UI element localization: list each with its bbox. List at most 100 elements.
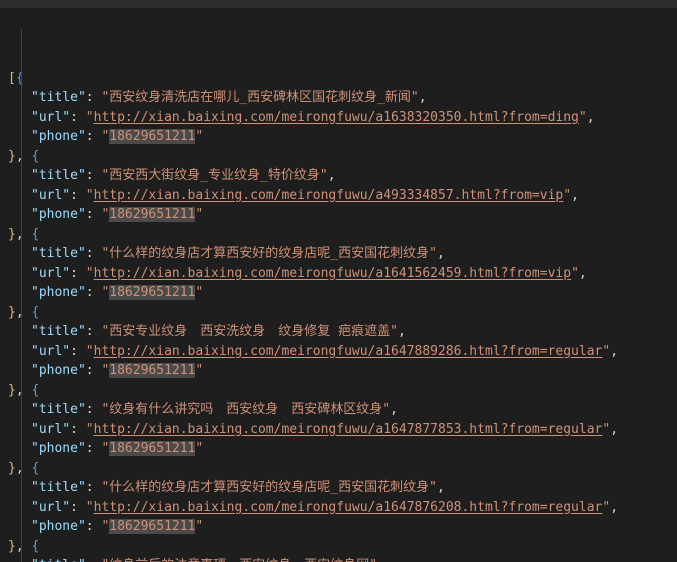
json-key-phone: "phone" — [31, 441, 86, 456]
code-line-phone[interactable]: "phone": "18629651211" — [0, 205, 677, 225]
json-key-phone: "phone" — [31, 519, 86, 534]
editor-tab[interactable] — [443, 0, 677, 8]
bracket-close-object: } — [8, 148, 16, 164]
json-colon: : — [85, 246, 102, 261]
json-key-url: "url" — [31, 499, 71, 515]
json-value-phone-highlighted[interactable]: 18629651211 — [109, 285, 196, 300]
json-editor-pane[interactable]: [{"title": "西安纹身清洗店在哪儿_西安碑林区国花刺纹身_新闻", "u… — [0, 8, 677, 562]
json-comma: , — [610, 421, 619, 437]
json-key-title: "title" — [31, 558, 86, 562]
json-value-title[interactable]: "什么样的纹身店才算西安好的纹身店呢_西安国花刺纹身" — [101, 246, 436, 261]
json-value-url-link[interactable]: http://xian.baixing.com/meirongfuwu/a164… — [94, 500, 603, 515]
code-line-object-separator[interactable]: }, { — [0, 225, 677, 245]
json-comma: , — [15, 304, 24, 320]
code-line-url[interactable]: "url": "http://xian.baixing.com/meirongf… — [0, 498, 677, 518]
json-comma: , — [610, 343, 619, 359]
json-value-title[interactable]: "纹身前后的注意事项 西安纹身 西安纹身网" — [101, 558, 377, 562]
json-colon: : — [85, 324, 102, 339]
json-comma: , — [15, 460, 24, 476]
code-line-title[interactable]: "title": "什么样的纹身店才算西安好的纹身店呢_西安国花刺纹身", — [0, 478, 677, 498]
json-comma: , — [390, 402, 398, 417]
json-value-phone-highlighted[interactable]: 18629651211 — [109, 207, 196, 222]
code-line-object-separator[interactable]: }, { — [0, 537, 677, 557]
json-value-url-link[interactable]: http://xian.baixing.com/meirongfuwu/a163… — [94, 110, 579, 125]
code-line-phone[interactable]: "phone": "18629651211" — [0, 361, 677, 381]
code-line-object-separator[interactable]: }, { — [0, 303, 677, 323]
code-content[interactable]: [{"title": "西安纹身清洗店在哪儿_西安碑林区国花刺纹身_新闻", "u… — [0, 8, 677, 562]
json-value-title[interactable]: "纹身有什么讲究吗 西安纹身 西安碑林区纹身" — [101, 402, 390, 417]
json-quote-open: " — [85, 265, 94, 281]
json-key-url: "url" — [31, 187, 71, 203]
json-quote-open: " — [85, 421, 94, 437]
bracket-open-object: { — [31, 148, 40, 164]
code-line-phone[interactable]: "phone": "18629651211" — [0, 127, 677, 147]
code-line-url[interactable]: "url": "http://xian.baixing.com/meirongf… — [0, 186, 677, 206]
json-quote-close: " — [195, 363, 204, 378]
code-line-title[interactable]: "title": "纹身前后的注意事项 西安纹身 西安纹身网", — [0, 556, 677, 562]
bracket-close-object: } — [8, 538, 16, 554]
code-line-title[interactable]: "title": "纹身有什么讲究吗 西安纹身 西安碑林区纹身", — [0, 400, 677, 420]
bracket-open-array: [ — [8, 70, 16, 86]
json-quote-close: " — [571, 265, 579, 281]
code-line-object-separator[interactable]: }, { — [0, 147, 677, 167]
code-line-phone[interactable]: "phone": "18629651211" — [0, 439, 677, 459]
json-quote-close: " — [195, 519, 204, 534]
json-value-title[interactable]: "西安纹身清洗店在哪儿_西安碑林区国花刺纹身_新闻" — [101, 90, 418, 105]
code-line-phone[interactable]: "phone": "18629651211" — [0, 517, 677, 537]
json-value-url-link[interactable]: http://xian.baixing.com/meirongfuwu/a164… — [94, 344, 603, 359]
json-colon: : — [70, 187, 86, 203]
code-line-array-open[interactable]: [{ — [0, 69, 677, 89]
json-key-title: "title" — [31, 324, 86, 339]
json-quote-open: " — [85, 343, 94, 359]
json-value-title[interactable]: "西安专业纹身 西安洗纹身 纹身修复 疤痕遮盖" — [101, 324, 397, 339]
json-value-phone-highlighted[interactable]: 18629651211 — [109, 519, 196, 534]
json-quote-close: " — [195, 285, 204, 300]
json-quote-close: " — [578, 109, 587, 125]
editor-tab-bar[interactable] — [0, 0, 677, 8]
code-line-title[interactable]: "title": "西安纹身清洗店在哪儿_西安碑林区国花刺纹身_新闻", — [0, 88, 677, 108]
bracket-open-object: { — [31, 538, 40, 554]
json-value-title[interactable]: "什么样的纹身店才算西安好的纹身店呢_西安国花刺纹身" — [101, 480, 436, 495]
code-line-url[interactable]: "url": "http://xian.baixing.com/meirongf… — [0, 108, 677, 128]
json-comma: , — [15, 148, 24, 164]
json-quote-open: " — [85, 187, 94, 203]
code-line-url[interactable]: "url": "http://xian.baixing.com/meirongf… — [0, 420, 677, 440]
json-value-url-link[interactable]: http://xian.baixing.com/meirongfuwu/a164… — [94, 266, 571, 281]
json-quote-close: " — [602, 421, 611, 437]
json-value-url-link[interactable]: http://xian.baixing.com/meirongfuwu/a164… — [94, 422, 603, 437]
editor-tab[interactable] — [166, 0, 443, 8]
json-colon: : — [85, 285, 102, 300]
code-line-title[interactable]: "title": "什么样的纹身店才算西安好的纹身店呢_西安国花刺纹身", — [0, 244, 677, 264]
json-quote-close: " — [602, 499, 611, 515]
json-comma: , — [327, 168, 336, 183]
editor-tab[interactable] — [0, 0, 166, 8]
code-line-title[interactable]: "title": "西安西大街纹身_专业纹身_特价纹身", — [0, 166, 677, 186]
code-line-title[interactable]: "title": "西安专业纹身 西安洗纹身 纹身修复 疤痕遮盖", — [0, 322, 677, 342]
json-key-phone: "phone" — [31, 207, 86, 222]
code-line-url[interactable]: "url": "http://xian.baixing.com/meirongf… — [0, 342, 677, 362]
json-comma: , — [586, 109, 595, 125]
json-quote-close: " — [195, 441, 204, 456]
code-line-object-separator[interactable]: }, { — [0, 459, 677, 479]
json-colon: : — [85, 441, 102, 456]
json-quote-open: " — [85, 499, 94, 515]
json-colon: : — [85, 90, 102, 105]
json-comma: , — [397, 324, 406, 339]
json-value-title[interactable]: "西安西大街纹身_专业纹身_特价纹身" — [101, 168, 327, 183]
bracket-open-object: { — [31, 304, 40, 320]
json-value-url-link[interactable]: http://xian.baixing.com/meirongfuwu/a493… — [94, 188, 564, 203]
json-quote-close: " — [602, 343, 611, 359]
json-key-url: "url" — [31, 265, 71, 281]
code-line-object-separator[interactable]: }, { — [0, 381, 677, 401]
json-quote-open: " — [85, 109, 94, 125]
json-value-phone-highlighted[interactable]: 18629651211 — [109, 363, 196, 378]
bracket-close-object: } — [8, 460, 16, 476]
json-comma: , — [610, 499, 619, 515]
json-comma: , — [15, 538, 24, 554]
json-comma: , — [377, 558, 385, 562]
code-line-phone[interactable]: "phone": "18629651211" — [0, 283, 677, 303]
json-colon: : — [85, 519, 102, 534]
code-line-url[interactable]: "url": "http://xian.baixing.com/meirongf… — [0, 264, 677, 284]
json-value-phone-highlighted[interactable]: 18629651211 — [109, 441, 196, 456]
json-value-phone-highlighted[interactable]: 18629651211 — [109, 129, 196, 144]
